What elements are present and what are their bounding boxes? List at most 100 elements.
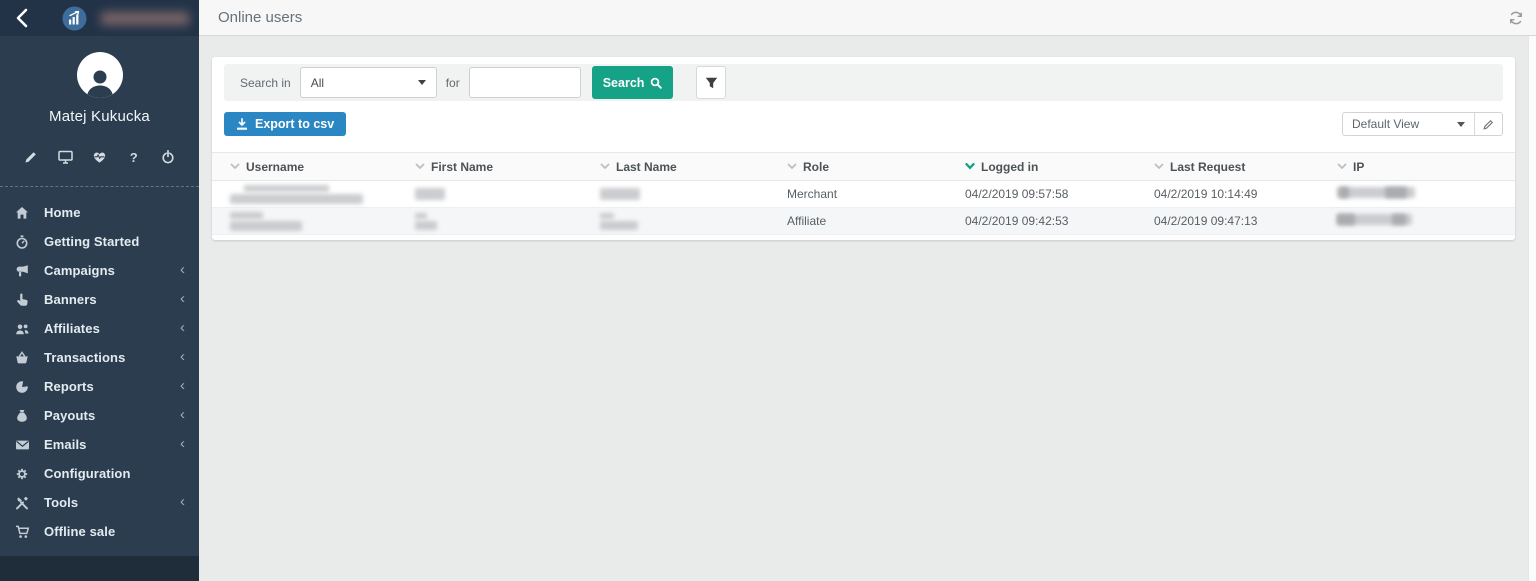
home-icon [14,206,30,220]
filter-button[interactable] [696,66,726,99]
search-button[interactable]: Search [592,66,674,99]
search-input[interactable] [469,67,581,98]
main-area: Online users Search in All for [199,0,1536,581]
table-row[interactable]: Merchant 04/2/2019 09:57:58 04/2/2019 10… [212,181,1515,208]
chevron-left-icon: ‹ [180,349,185,364]
search-button-label: Search [603,76,645,90]
sidebar-item-label: Payouts [44,408,95,423]
sidebar-item-offline-sale[interactable]: Offline sale [0,517,199,546]
table-row[interactable]: Affiliate 04/2/2019 09:42:53 04/2/2019 0… [212,208,1515,235]
chevron-left-icon: ‹ [180,494,185,509]
sidebar-item-label: Transactions [44,350,125,365]
pie-chart-icon [14,380,30,394]
column-header-last-request[interactable]: Last Request [1136,153,1319,181]
sidebar-item-label: Getting Started [44,234,139,249]
export-csv-button[interactable]: Export to csv [224,112,346,136]
sidebar-item-affiliates[interactable]: Affiliates ‹ [0,314,199,343]
cart-icon [14,525,30,539]
sidebar-item-label: Tools [44,495,78,510]
sidebar-item-label: Home [44,205,81,220]
sidebar-item-label: Affiliates [44,321,100,336]
cell-ip-redacted [1319,208,1515,235]
heartbeat-icon[interactable] [91,149,109,165]
view-selector-group: Default View [1342,112,1503,136]
actions-row: Export to csv Default View [224,112,1503,136]
chevron-left-icon: ‹ [180,436,185,451]
basket-icon [14,351,30,365]
sidebar-item-configuration[interactable]: Configuration [0,459,199,488]
for-label: for [446,76,460,90]
column-header-ip[interactable]: IP [1319,153,1515,181]
tools-icon [14,496,30,510]
column-header-username[interactable]: Username [212,153,397,181]
edit-view-button[interactable] [1474,113,1502,135]
refresh-icon[interactable] [1507,9,1525,27]
edit-profile-icon[interactable] [22,149,40,165]
content-area: Search in All for Search [199,36,1536,581]
sidebar-item-label: Banners [44,292,97,307]
sidebar-footer-strip [0,556,199,581]
monitor-icon[interactable] [56,149,74,165]
export-csv-label: Export to csv [255,117,334,131]
envelope-icon [14,438,30,452]
sidebar-item-label: Configuration [44,466,131,481]
cell-first-name-redacted [397,208,582,235]
search-scope-value: All [311,76,324,90]
chevron-left-icon: ‹ [180,407,185,422]
sidebar-item-tools[interactable]: Tools ‹ [0,488,199,517]
column-header-last-name[interactable]: Last Name [582,153,769,181]
power-icon[interactable] [159,149,177,165]
sidebar-item-reports[interactable]: Reports ‹ [0,372,199,401]
scrollbar-track[interactable] [1528,36,1536,581]
cell-last-request: 04/2/2019 09:47:13 [1136,208,1319,235]
cell-role: Merchant [769,181,947,208]
sidebar-item-label: Emails [44,437,87,452]
gear-icon [14,467,30,481]
megaphone-icon [14,264,30,278]
chevron-left-icon: ‹ [180,291,185,306]
money-bag-icon [14,409,30,423]
column-header-logged-in[interactable]: Logged in [947,153,1136,181]
brand-name-redacted [101,12,189,25]
help-icon[interactable]: ? [125,149,143,165]
search-icon [650,77,662,89]
sidebar-topbar [0,0,199,36]
column-header-role[interactable]: Role [769,153,947,181]
sidebar: Matej Kukucka ? Home Getting Started [0,0,199,581]
cell-username-redacted [212,181,397,208]
sort-chevron-icon [600,163,610,170]
sort-chevron-icon [787,163,797,170]
sidebar-item-emails[interactable]: Emails ‹ [0,430,199,459]
user-profile: Matej Kukucka ? [0,36,199,187]
column-header-first-name[interactable]: First Name [397,153,582,181]
page-title: Online users [218,9,302,26]
avatar [77,52,123,98]
users-icon [14,322,30,336]
chevron-left-icon: ‹ [180,320,185,335]
online-users-panel: Search in All for Search [212,57,1515,240]
view-selector[interactable]: Default View [1343,113,1474,135]
profile-actions: ? [0,149,199,165]
chevron-left-icon: ‹ [180,262,185,277]
sidebar-item-home[interactable]: Home [0,198,199,227]
search-scope-select[interactable]: All [300,67,437,98]
chevron-down-icon [418,80,426,85]
sidebar-item-label: Reports [44,379,94,394]
chevron-down-icon [1457,122,1465,127]
view-selector-value: Default View [1352,117,1419,131]
sidebar-item-transactions[interactable]: Transactions ‹ [0,343,199,372]
sort-chevron-icon [230,163,240,170]
cell-first-name-redacted [397,181,582,208]
sort-chevron-icon [1154,163,1164,170]
sidebar-menu: Home Getting Started Campaigns ‹ Banners… [0,187,199,546]
sidebar-item-banners[interactable]: Banners ‹ [0,285,199,314]
sidebar-item-label: Campaigns [44,263,115,278]
sidebar-item-campaigns[interactable]: Campaigns ‹ [0,256,199,285]
back-icon[interactable] [10,4,34,32]
page-header: Online users [199,0,1536,36]
online-users-table: Username First Name Last Name Role Logge… [212,152,1515,235]
cell-ip-redacted [1319,181,1515,208]
sidebar-item-getting-started[interactable]: Getting Started [0,227,199,256]
chevron-left-icon: ‹ [180,378,185,393]
sidebar-item-payouts[interactable]: Payouts ‹ [0,401,199,430]
